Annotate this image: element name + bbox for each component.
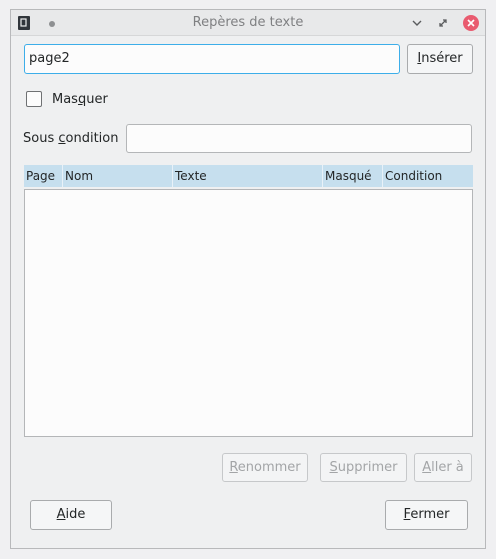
column-header-page[interactable]: Page bbox=[24, 165, 63, 187]
goto-button[interactable]: Aller à bbox=[414, 453, 472, 482]
dialog-window: Repères de texte page2 Insérer Masquer S… bbox=[10, 9, 486, 549]
close-button[interactable]: Fermer bbox=[385, 500, 468, 530]
minimize-icon[interactable] bbox=[409, 15, 425, 31]
bookmark-name-input[interactable]: page2 bbox=[24, 44, 400, 74]
title-bar: Repères de texte bbox=[11, 10, 485, 36]
hide-checkbox-label[interactable]: Masquer bbox=[52, 92, 108, 107]
close-icon[interactable] bbox=[463, 15, 479, 31]
condition-label: Sous condition bbox=[23, 131, 119, 146]
condition-input[interactable] bbox=[126, 124, 472, 153]
column-header-text[interactable]: Texte bbox=[173, 165, 323, 187]
rename-button[interactable]: Renommer bbox=[222, 453, 308, 482]
bookmarks-table-header: Page Nom Texte Masqué Condition bbox=[24, 165, 473, 187]
bookmarks-table[interactable] bbox=[24, 189, 473, 437]
column-header-condition[interactable]: Condition bbox=[383, 165, 473, 187]
maximize-icon[interactable] bbox=[435, 15, 451, 31]
hide-checkbox[interactable] bbox=[26, 91, 42, 107]
bookmark-name-value: page2 bbox=[29, 51, 70, 66]
column-header-name[interactable]: Nom bbox=[63, 165, 173, 187]
help-button[interactable]: Aide bbox=[30, 500, 112, 530]
column-header-hidden[interactable]: Masqué bbox=[323, 165, 383, 187]
insert-button[interactable]: Insérer bbox=[407, 44, 473, 74]
delete-button[interactable]: Supprimer bbox=[320, 453, 407, 482]
